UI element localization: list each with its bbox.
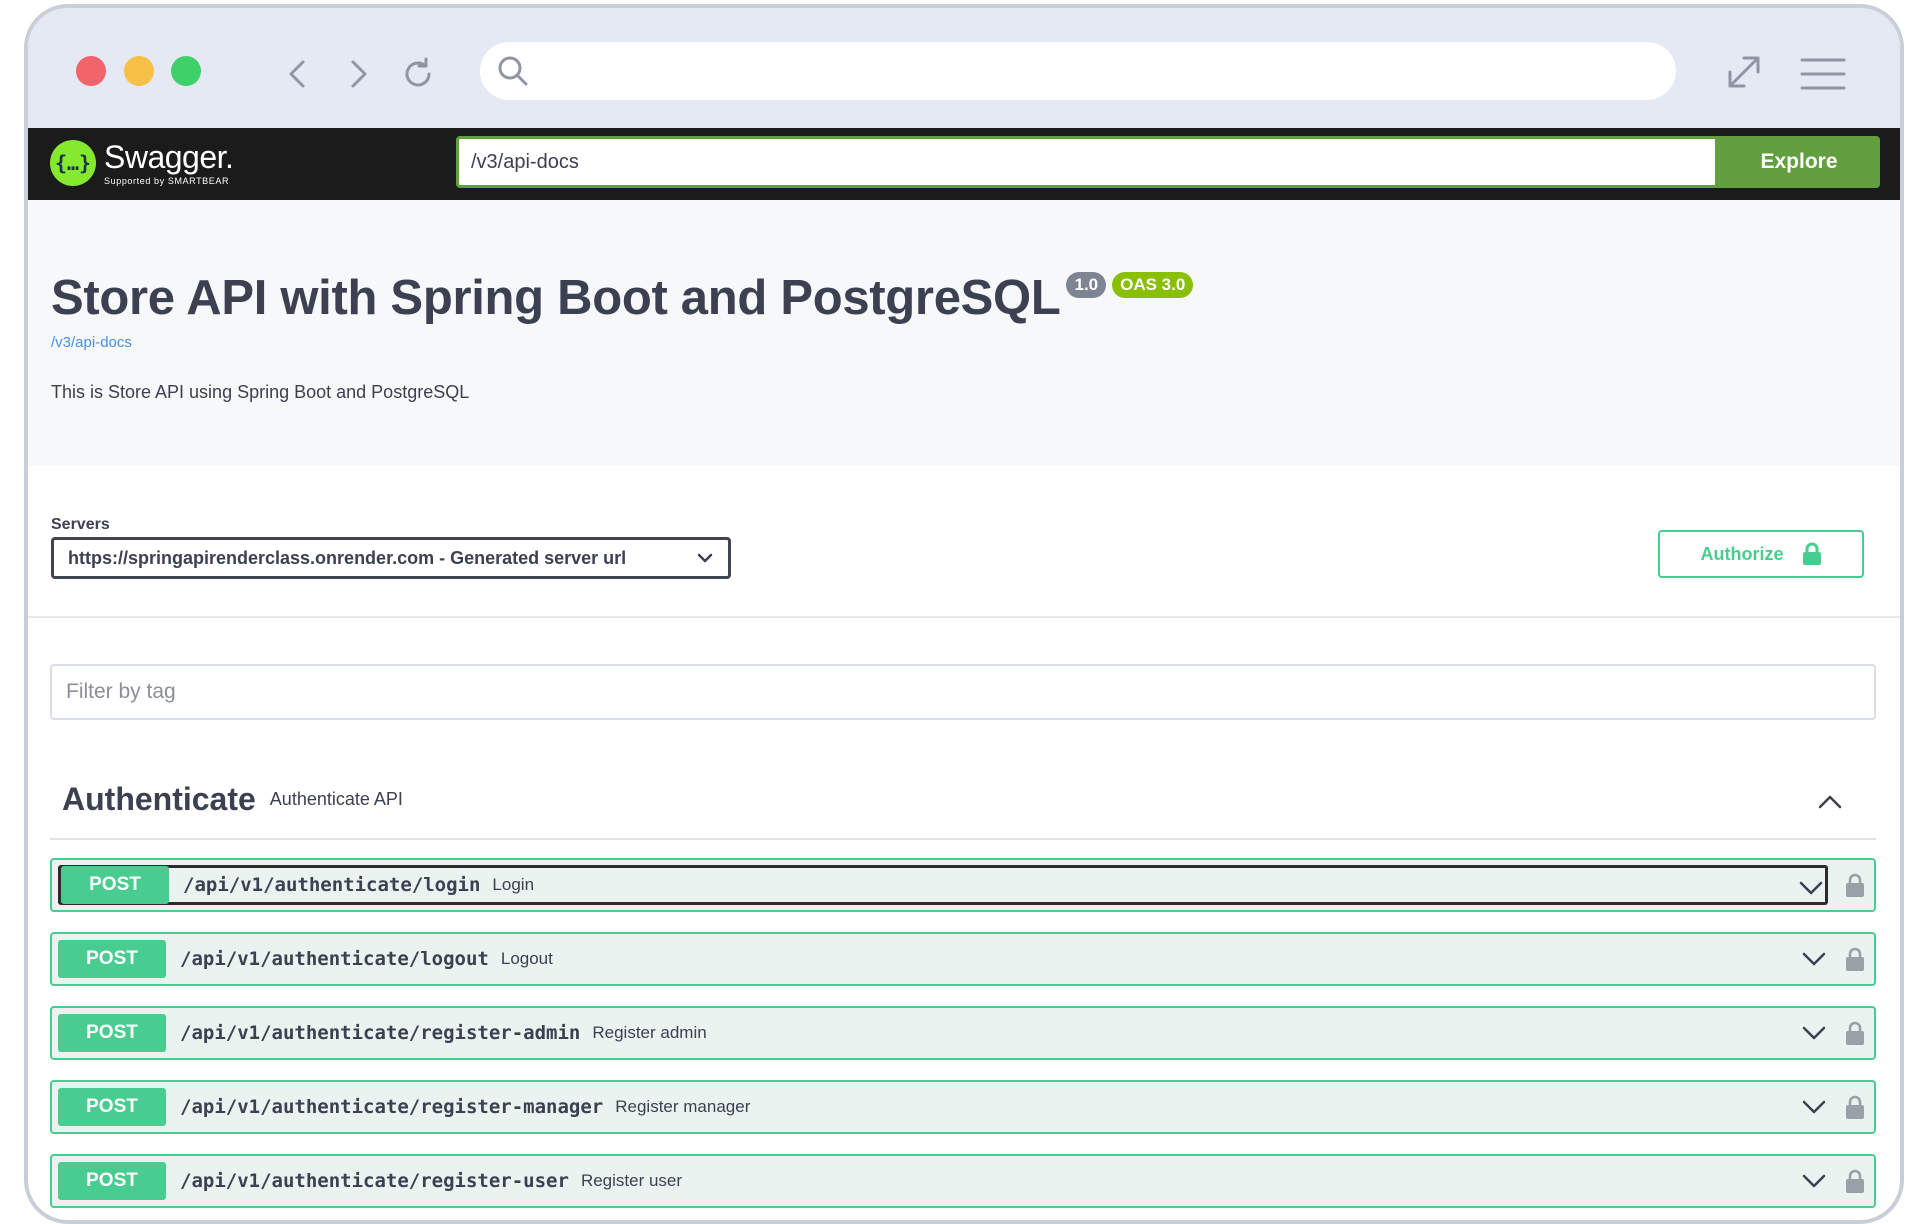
filter-placeholder: Filter by tag <box>66 680 176 703</box>
tag-description: Authenticate API <box>269 788 403 809</box>
api-description: This is Store API using Spring Boot and … <box>51 382 470 402</box>
close-window-button[interactable] <box>76 56 106 86</box>
lock-icon[interactable] <box>1844 1020 1866 1046</box>
operation-summary-text: Login <box>492 875 535 894</box>
browser-window: {…} Swagger. Supported by SMARTBEAR /v3/… <box>28 8 1900 1220</box>
browser-chrome <box>28 8 1900 128</box>
oas-badge: OAS 3.0 <box>1112 272 1194 298</box>
operation-summary[interactable]: POST /api/v1/authenticate/register-admin… <box>58 1013 1828 1053</box>
browser-address-bar[interactable] <box>480 42 1676 100</box>
filter-by-tag-input[interactable]: Filter by tag <box>50 664 1876 720</box>
chevron-down-icon[interactable] <box>1800 947 1828 971</box>
method-badge: POST <box>61 866 169 904</box>
operation-register-manager[interactable]: POST /api/v1/authenticate/register-manag… <box>50 1080 1876 1134</box>
hamburger-menu-icon[interactable] <box>1800 54 1846 94</box>
logo-name: Swagger. <box>104 139 234 175</box>
minimize-window-button[interactable] <box>124 56 154 86</box>
chevron-down-icon[interactable] <box>1797 876 1825 900</box>
authorize-button[interactable]: Authorize <box>1658 530 1864 578</box>
tag-name: Authenticate <box>62 780 256 817</box>
operation-path: /api/v1/authenticate/login <box>183 874 481 896</box>
operation-summary-text: Logout <box>500 949 553 968</box>
operation-register-user[interactable]: POST /api/v1/authenticate/register-user … <box>50 1154 1876 1208</box>
reload-icon[interactable] <box>398 54 438 94</box>
chevron-right-icon[interactable] <box>338 54 378 94</box>
chevron-down-icon <box>697 553 713 563</box>
operation-logout[interactable]: POST /api/v1/authenticate/logout Logout <box>50 932 1876 986</box>
lock-icon <box>1802 542 1821 565</box>
chevron-down-icon[interactable] <box>1800 1095 1828 1119</box>
expand-icon[interactable] <box>1722 50 1766 94</box>
operation-login[interactable]: POST /api/v1/authenticate/login Login <box>50 858 1876 912</box>
servers-select[interactable]: https://springapirenderclass.onrender.co… <box>51 537 731 579</box>
lock-icon[interactable] <box>1844 1094 1866 1120</box>
operation-path: /api/v1/authenticate/register-manager <box>180 1096 604 1118</box>
operation-path: /api/v1/authenticate/register-user <box>180 1170 569 1192</box>
operation-summary[interactable]: POST /api/v1/authenticate/logout Logout <box>58 939 1828 979</box>
explore-button[interactable]: Explore <box>1718 136 1880 188</box>
lock-icon[interactable] <box>1844 872 1866 898</box>
swagger-logo-icon: {…} <box>50 140 96 186</box>
swagger-logo[interactable]: {…} Swagger. Supported by SMARTBEAR <box>50 139 234 186</box>
operation-summary[interactable]: POST /api/v1/authenticate/register-manag… <box>58 1087 1828 1127</box>
operation-path: /api/v1/authenticate/logout <box>180 948 489 970</box>
api-docs-link[interactable]: /v3/api-docs <box>51 334 132 351</box>
spec-url-value: /v3/api-docs <box>471 150 579 173</box>
api-info: Store API with Spring Boot and PostgreSQ… <box>28 200 1900 466</box>
method-badge: POST <box>58 940 166 978</box>
tag-section-authenticate[interactable]: Authenticate Authenticate API <box>50 760 1876 840</box>
chevron-down-icon[interactable] <box>1800 1169 1828 1193</box>
authorize-label: Authorize <box>1700 543 1784 564</box>
swagger-topbar: {…} Swagger. Supported by SMARTBEAR /v3/… <box>28 128 1900 200</box>
servers-selected-value: https://springapirenderclass.onrender.co… <box>68 547 627 568</box>
operation-register-admin[interactable]: POST /api/v1/authenticate/register-admin… <box>50 1006 1876 1060</box>
method-badge: POST <box>58 1014 166 1052</box>
maximize-window-button[interactable] <box>171 56 201 86</box>
spec-url-input[interactable]: /v3/api-docs <box>456 136 1718 188</box>
lock-icon[interactable] <box>1844 1168 1866 1194</box>
scheme-container: Servers https://springapirenderclass.onr… <box>28 466 1900 618</box>
servers-label: Servers <box>51 516 110 533</box>
chevron-down-icon[interactable] <box>1800 1021 1828 1045</box>
operation-path: /api/v1/authenticate/register-admin <box>180 1022 581 1044</box>
chevron-up-icon[interactable] <box>1816 788 1844 816</box>
api-title: Store API with Spring Boot and PostgreSQ… <box>51 271 1061 325</box>
operation-summary-text: Register user <box>580 1171 683 1190</box>
operation-summary-text: Register admin <box>592 1023 707 1042</box>
logo-subtitle: Supported by SMARTBEAR <box>104 176 230 186</box>
chevron-left-icon[interactable] <box>278 54 318 94</box>
search-icon <box>498 56 528 86</box>
version-badge: 1.0 <box>1066 272 1107 298</box>
method-badge: POST <box>58 1162 166 1200</box>
operation-summary[interactable]: POST /api/v1/authenticate/register-user … <box>58 1161 1828 1201</box>
method-badge: POST <box>58 1088 166 1126</box>
operation-summary-text: Register manager <box>615 1097 751 1116</box>
operation-summary[interactable]: POST /api/v1/authenticate/login Login <box>58 865 1828 905</box>
lock-icon[interactable] <box>1844 946 1866 972</box>
